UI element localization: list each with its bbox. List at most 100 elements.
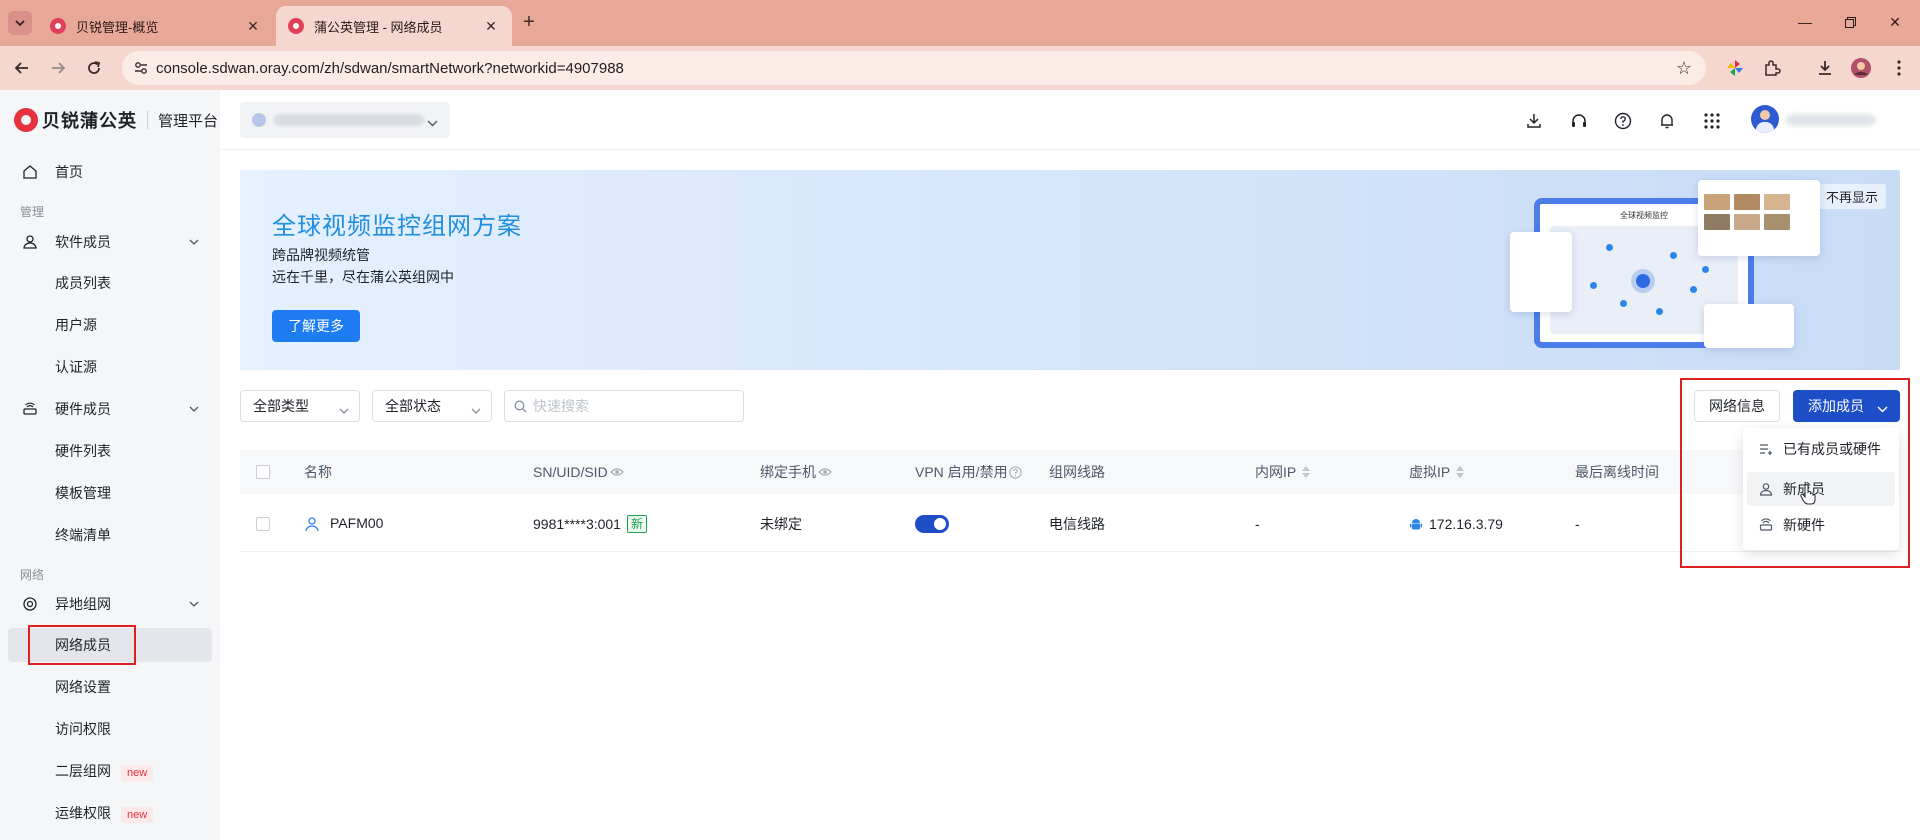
sidebar-item-label: 异地组网 xyxy=(55,596,111,612)
camera-thumbnail xyxy=(1764,214,1790,230)
reload-icon xyxy=(88,61,101,74)
restore-button[interactable] xyxy=(1835,10,1865,34)
notification-button[interactable] xyxy=(1656,110,1678,132)
sidebar-item-network-settings[interactable]: 网络设置 xyxy=(0,670,220,704)
sidebar-item-layer2-network[interactable]: 二层组网 new xyxy=(0,754,220,788)
apps-button[interactable] xyxy=(1701,110,1723,132)
logo-divider xyxy=(147,111,148,129)
status-filter-select[interactable]: 全部状态 xyxy=(372,390,492,422)
table-row[interactable]: PAFM00 9981****3:001 新 未绑定 电信线路 - 172.16… xyxy=(240,496,1900,552)
sidebar-item-remote-network[interactable]: 异地组网 xyxy=(0,587,220,621)
network-selector[interactable] xyxy=(240,102,450,138)
sidebar-item-hardware-list[interactable]: 硬件列表 xyxy=(0,434,220,468)
sidebar-item-template-manage[interactable]: 模板管理 xyxy=(0,476,220,510)
banner-illustration: 全球视频监控 xyxy=(1510,180,1840,370)
camera-thumbnail xyxy=(1704,194,1730,210)
downloads-button[interactable] xyxy=(1814,57,1836,79)
app-logo[interactable]: 贝锐蒲公英 管理平台 xyxy=(14,108,218,132)
hub-marker xyxy=(1636,274,1650,288)
favicon-icon xyxy=(50,18,66,34)
sidebar: 贝锐蒲公英 管理平台 首页 管理 软件成员 成员列表 用户源 认证源 硬件成员 … xyxy=(0,90,220,840)
network-icon xyxy=(21,595,39,613)
promo-banner: 全球视频监控组网方案 跨品牌视频统管 远在千里，尽在蒲公英组网中 了解更多 不再… xyxy=(240,170,1900,370)
user-icon xyxy=(305,517,319,532)
restore-icon xyxy=(1844,16,1856,28)
back-button[interactable] xyxy=(10,56,34,80)
tab-title: 蒲公英管理 - 网络成员 xyxy=(314,19,443,35)
line-cell: 电信线路 xyxy=(1049,516,1105,532)
sidebar-item-auth-source[interactable]: 认证源 xyxy=(0,350,220,384)
new-badge: new xyxy=(121,807,154,823)
vpn-toggle[interactable] xyxy=(915,515,949,533)
help-button[interactable] xyxy=(1612,110,1634,132)
close-icon[interactable]: ✕ xyxy=(482,17,500,35)
highlight-box-add-member xyxy=(1680,378,1910,568)
member-name-cell[interactable]: PAFM00 xyxy=(304,496,383,552)
new-badge: new xyxy=(121,765,154,781)
chevron-down-icon xyxy=(427,114,438,130)
sidebar-item-software-members[interactable]: 软件成员 xyxy=(0,225,220,259)
extensions-button[interactable] xyxy=(1761,57,1783,79)
status-filter-value: 全部状态 xyxy=(385,398,441,414)
sidebar-item-terminal-list[interactable]: 终端清单 xyxy=(0,518,220,552)
profile-avatar-icon xyxy=(1851,58,1871,78)
network-icon xyxy=(252,113,266,127)
help-icon[interactable] xyxy=(1008,465,1022,479)
sidebar-item-ops-rights[interactable]: 运维权限 new xyxy=(0,796,220,830)
sidebar-item-home[interactable]: 首页 xyxy=(0,155,220,189)
url-input[interactable]: console.sdwan.oray.com/zh/sdwan/smartNet… xyxy=(122,51,1706,85)
camera-thumbnail xyxy=(1734,194,1760,210)
user-avatar[interactable] xyxy=(1751,105,1779,133)
column-header-virtual-ip[interactable]: 虚拟IP xyxy=(1409,450,1465,494)
forward-button[interactable] xyxy=(46,56,70,80)
network-name-redacted xyxy=(274,114,424,126)
sidebar-item-label: 硬件成员 xyxy=(55,401,111,417)
column-header-lan-ip[interactable]: 内网IP xyxy=(1255,450,1311,494)
sidebar-item-user-source[interactable]: 用户源 xyxy=(0,308,220,342)
download-client-button[interactable] xyxy=(1523,110,1545,132)
profile-button[interactable] xyxy=(1850,57,1872,79)
type-filter-select[interactable]: 全部类型 xyxy=(240,390,360,422)
sidebar-item-member-list[interactable]: 成员列表 xyxy=(0,266,220,300)
sidebar-item-access-rights[interactable]: 访问权限 xyxy=(0,712,220,746)
row-checkbox[interactable] xyxy=(256,517,270,531)
select-all-checkbox[interactable] xyxy=(256,465,270,479)
search-input[interactable]: 快速搜索 xyxy=(504,390,744,422)
learn-more-button[interactable]: 了解更多 xyxy=(272,310,360,342)
camera-thumbnail xyxy=(1734,214,1760,230)
tab-search-button[interactable] xyxy=(8,11,32,35)
browser-menu-button[interactable] xyxy=(1888,57,1910,79)
support-button[interactable] xyxy=(1568,110,1590,132)
browser-tab-network-members[interactable]: 蒲公英管理 - 网络成员 ✕ xyxy=(276,6,512,46)
type-filter-value: 全部类型 xyxy=(253,398,309,414)
router-icon xyxy=(21,400,39,418)
column-header-vpn: VPN 启用/禁用 xyxy=(915,450,1022,494)
more-vertical-icon xyxy=(1897,60,1901,76)
username-redacted[interactable] xyxy=(1786,114,1876,126)
chevron-down-icon xyxy=(188,236,200,248)
eye-icon[interactable] xyxy=(609,467,624,477)
browser-tab-overview[interactable]: 贝锐管理-概览 ✕ xyxy=(38,6,274,46)
sn-cell: 9981****3:001 新 xyxy=(533,496,647,552)
reload-button[interactable] xyxy=(82,56,106,80)
bell-icon xyxy=(1661,114,1673,129)
bookmark-star-icon[interactable]: ☆ xyxy=(1676,58,1692,79)
column-header-label: 绑定手机 xyxy=(760,464,816,480)
sidebar-item-hardware-members[interactable]: 硬件成员 xyxy=(0,392,220,426)
pinwheel-icon xyxy=(1727,60,1743,76)
highlight-box-network-members xyxy=(28,625,136,665)
new-tab-button[interactable]: + xyxy=(518,12,540,34)
map-pin-icon xyxy=(1656,308,1663,315)
chevron-down-icon xyxy=(471,401,481,417)
eye-icon[interactable] xyxy=(818,467,832,477)
minimize-button[interactable]: — xyxy=(1790,10,1820,34)
chevron-down-icon xyxy=(15,20,25,27)
arrow-right-icon xyxy=(52,62,66,74)
extension-app-icon[interactable] xyxy=(1724,57,1746,79)
sidebar-item-label: 二层组网 new xyxy=(55,761,154,781)
close-window-button[interactable]: ✕ xyxy=(1880,10,1910,34)
side-menu-card-illustration xyxy=(1510,232,1572,312)
close-icon[interactable]: ✕ xyxy=(244,17,262,35)
column-header-name: 名称 xyxy=(304,464,332,480)
column-header-sn: SN/UID/SID xyxy=(533,450,624,494)
